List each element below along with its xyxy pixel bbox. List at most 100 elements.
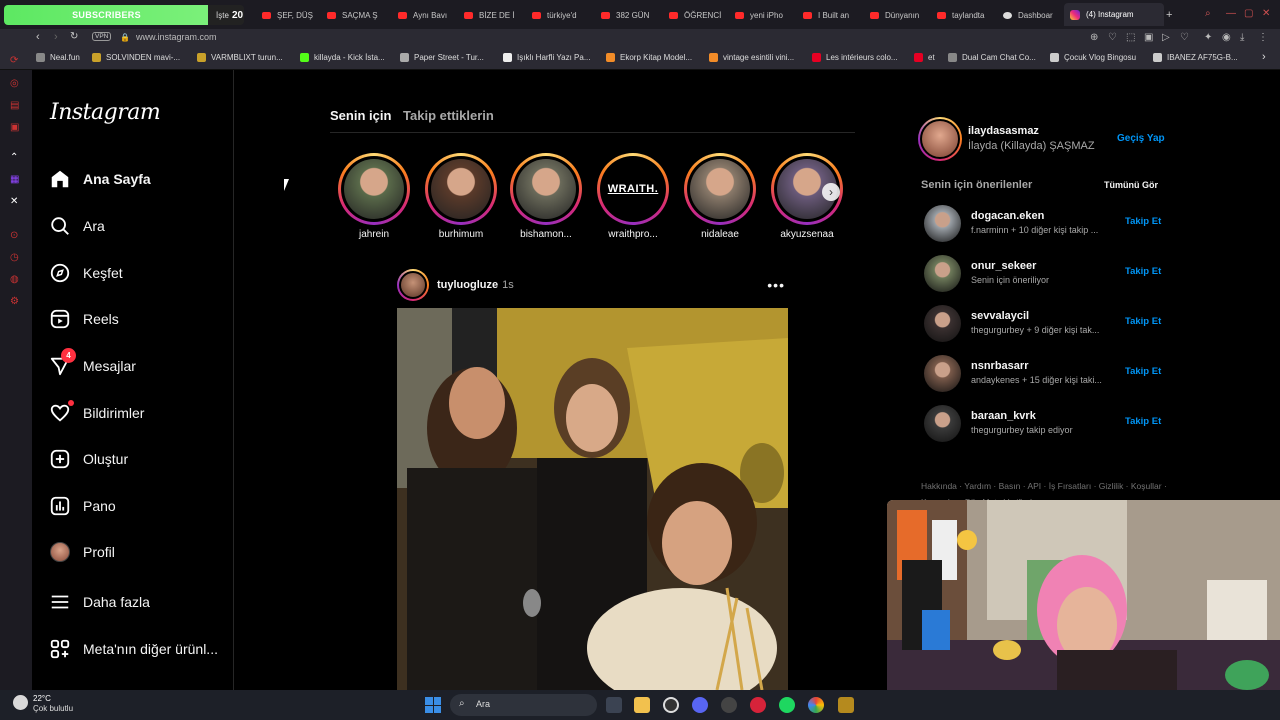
story-item[interactable]: WRAITH. wraithpro... <box>588 153 678 240</box>
bookmark-item[interactable]: Neal.fun <box>36 53 80 62</box>
suggestion-avatar[interactable] <box>924 255 961 292</box>
story-item[interactable]: burhimum <box>416 153 506 240</box>
bookmark-item[interactable]: Çocuk Vlog Bingosu <box>1050 53 1136 62</box>
weather-desc[interactable]: Çok bulutlu <box>33 704 73 713</box>
bookmark-item[interactable]: VARMBLIXT turun... <box>197 53 283 62</box>
follow-button[interactable]: Takip Et <box>1125 216 1161 227</box>
tab-following[interactable]: Takip ettiklerin <box>403 108 494 123</box>
tab-0[interactable]: ŞEF, DÜŞ <box>262 6 324 24</box>
wallet-icon[interactable]: ▣ <box>1144 32 1153 43</box>
profile-icon[interactable]: ◉ <box>1222 32 1231 43</box>
back-icon[interactable]: ‹ <box>36 31 40 43</box>
post-more-icon[interactable]: ••• <box>767 277 785 293</box>
stories-next-icon[interactable]: › <box>822 183 840 201</box>
sidebar-tab-icon[interactable]: ◍ <box>10 274 19 285</box>
maximize-icon[interactable]: ▢ <box>1244 8 1253 19</box>
discord-icon[interactable] <box>692 697 708 713</box>
tab-for-you[interactable]: Senin için <box>330 108 391 123</box>
sidebar-ig-icon[interactable]: ⊙ <box>10 230 18 241</box>
tab-2[interactable]: Aynı Bavı <box>398 6 460 24</box>
bookmark-item[interactable]: killayda - Kick İsta... <box>300 53 385 62</box>
sidebar-settings-icon[interactable]: ⚙ <box>10 296 19 307</box>
see-all-link[interactable]: Tümünü Gör <box>1104 180 1158 190</box>
current-username[interactable]: ilaydasasmaz <box>968 125 1039 137</box>
bookmark-item[interactable]: Işıklı Harfli Yazı Pa... <box>503 53 591 62</box>
switch-account-button[interactable]: Geçiş Yap <box>1117 133 1165 144</box>
download-icon[interactable]: ⤓ <box>1240 32 1244 43</box>
obs-icon[interactable] <box>721 697 737 713</box>
chrome-icon[interactable] <box>808 697 824 713</box>
heart-toolbar-icon[interactable]: ♡ <box>1180 32 1189 43</box>
bookmark-item[interactable]: Les intérieurs colo... <box>812 53 898 62</box>
nav-item-3[interactable]: Reels <box>48 304 228 334</box>
search-tabs-icon[interactable]: ⌕ <box>1205 8 1211 19</box>
follow-button[interactable]: Takip Et <box>1125 316 1161 327</box>
post-image[interactable] <box>397 308 788 690</box>
tab-10[interactable]: taylandta <box>937 6 999 24</box>
close-window-icon[interactable]: ✕ <box>1262 8 1270 19</box>
suggestion-avatar[interactable] <box>924 355 961 392</box>
play-icon[interactable]: ▷ <box>1162 32 1170 43</box>
sidebar-twitch-icon[interactable]: ▦ <box>10 174 19 185</box>
post-author-avatar[interactable] <box>397 269 429 301</box>
vpn-badge[interactable]: VPN <box>92 32 112 41</box>
file-explorer-icon[interactable] <box>634 697 650 713</box>
follow-button[interactable]: Takip Et <box>1125 366 1161 377</box>
zoom-icon[interactable]: ⊕ <box>1090 32 1098 43</box>
nav-item-6[interactable]: Oluştur <box>48 444 228 474</box>
suggestion-username[interactable]: sevvalaycil <box>971 310 1029 322</box>
tab-instagram[interactable]: (4) Instagram × <box>1064 3 1164 26</box>
reload-icon[interactable]: ↻ <box>70 31 78 42</box>
new-tab-button[interactable]: + <box>1166 6 1172 24</box>
suggestion-avatar[interactable] <box>924 305 961 342</box>
suggestion-avatar[interactable] <box>924 405 961 442</box>
suggestion-username[interactable]: dogacan.eken <box>971 210 1044 222</box>
sidebar-a-icon[interactable]: ⌃ <box>10 152 18 163</box>
bookmark-item[interactable]: SOLVINDEN mavi-... <box>92 53 180 62</box>
current-user-avatar[interactable] <box>918 117 962 161</box>
menu-dots-icon[interactable]: ⋮ <box>1258 32 1268 43</box>
bookmark-item[interactable]: et <box>914 53 935 62</box>
tab-6[interactable]: ÖĞRENCİ <box>669 6 731 24</box>
bookmark-item[interactable]: Ekorp Kitap Model... <box>606 53 692 62</box>
suggestion-username[interactable]: onur_sekeer <box>971 260 1036 272</box>
screenshot-icon[interactable]: ⬚ <box>1126 32 1135 43</box>
sidebar-ext-icon[interactable]: ⟳ <box>10 55 18 66</box>
tab-8[interactable]: I Built an <box>803 6 865 24</box>
bookmark-item[interactable]: Paper Street - Tur... <box>400 53 484 62</box>
nav-item-10[interactable]: Meta'nın diğer ürünl... <box>48 634 228 664</box>
tab-11[interactable]: Dashboar <box>1003 6 1065 24</box>
nav-item-4[interactable]: 4 Mesajlar <box>48 348 228 381</box>
taskbar-search[interactable]: ⌕ Ara <box>450 694 597 716</box>
suggestion-avatar[interactable] <box>924 205 961 242</box>
lock-icon[interactable]: 🔒 <box>120 33 130 42</box>
sidebar-chat-icon[interactable]: ▤ <box>10 100 19 111</box>
bookmark-item[interactable]: Dual Cam Chat Co... <box>948 53 1036 62</box>
suggestion-username[interactable]: baraan_kvrk <box>971 410 1036 422</box>
nav-item-2[interactable]: Keşfet <box>48 258 228 288</box>
instagram-logo[interactable]: Instagram <box>50 100 161 125</box>
nav-item-9[interactable]: Daha fazla <box>48 587 228 617</box>
extensions-icon[interactable]: ✦ <box>1204 32 1212 43</box>
bookmarks-overflow-icon[interactable]: › <box>1262 51 1266 63</box>
tab-7[interactable]: yeni iPho <box>735 6 797 24</box>
weather-icon[interactable] <box>13 695 28 710</box>
tab-4[interactable]: türkiye'd <box>532 6 594 24</box>
nav-item-0[interactable]: Ana Sayfa <box>48 164 228 194</box>
story-item[interactable]: bishamon... <box>501 153 591 240</box>
story-item[interactable]: nidaleae <box>675 153 765 240</box>
sidebar-history-icon[interactable]: ◷ <box>10 252 19 263</box>
task-view-icon[interactable] <box>606 697 622 713</box>
bookmark-icon[interactable]: ♡ <box>1108 32 1117 43</box>
url-field[interactable]: www.instagram.com <box>136 32 217 42</box>
tab-5[interactable]: 382 GÜN <box>601 6 663 24</box>
suggestion-username[interactable]: nsnrbasarr <box>971 360 1028 372</box>
story-item[interactable]: jahrein <box>329 153 419 240</box>
post-author[interactable]: tuyluogluze <box>437 279 498 291</box>
start-icon[interactable] <box>425 697 441 713</box>
opera-gx-icon[interactable] <box>750 697 766 713</box>
steam-icon[interactable] <box>663 697 679 713</box>
nav-item-8[interactable]: Profil <box>48 537 228 567</box>
forward-icon[interactable]: › <box>54 31 58 43</box>
nav-item-7[interactable]: Pano <box>48 491 228 521</box>
